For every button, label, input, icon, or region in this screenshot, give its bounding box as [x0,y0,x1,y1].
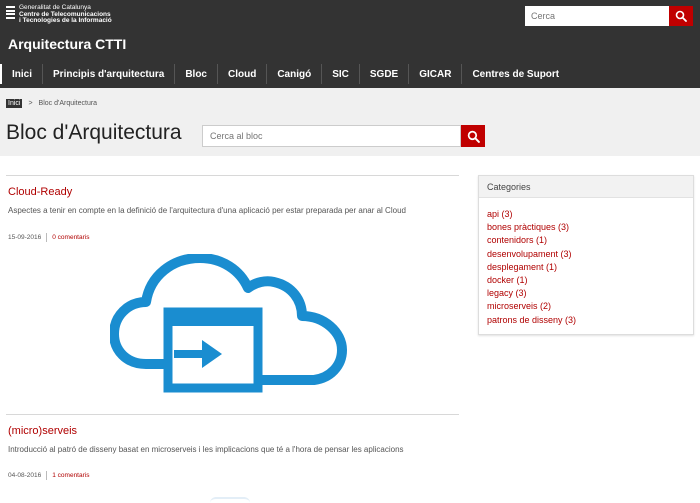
search-icon [467,130,480,143]
nav-item-cloud[interactable]: Cloud [216,64,266,84]
breadcrumb-current: Bloc d'Arquitectura [38,100,98,107]
category-link[interactable]: patrons de disseny (3) [487,314,693,327]
post-image[interactable] [109,253,350,401]
cloud-upload-icon [109,253,347,393]
nav-item-bloc[interactable]: Bloc [174,64,217,84]
top-search-button[interactable] [669,6,693,26]
top-search-input[interactable] [525,6,669,26]
categories-title: Categories [479,176,693,198]
post-date: 15-09-2016 [8,234,42,241]
meta-separator [46,233,48,242]
post-meta: 15-09-2016 0 comentaris [8,233,89,242]
category-link[interactable]: desenvolupament (3) [487,248,693,261]
gencat-flag-icon [6,6,15,19]
post-comments-link[interactable]: 0 comentaris [52,234,89,241]
category-link[interactable]: legacy (3) [487,287,693,300]
post-divider [6,175,459,176]
breadcrumb-home[interactable]: Inici [6,99,23,108]
main-nav: Inici Principis d'arquitectura Bloc Clou… [0,64,569,84]
nav-item-sgde[interactable]: SGDE [358,64,408,84]
top-header: Generalitat de Catalunya Centre de Telec… [0,0,700,88]
blog-search-input[interactable] [202,125,461,147]
page-title: Bloc d'Arquitectura [6,121,182,144]
category-link[interactable]: api (3) [487,208,693,221]
post-meta: 04-08-2016 1 comentaris [8,471,89,480]
site-title[interactable]: Arquitectura CTTI [8,36,126,52]
category-link[interactable]: contenidors (1) [487,234,693,247]
gencat-logo[interactable]: Generalitat de Catalunya Centre de Telec… [6,4,112,25]
blog-search [202,125,485,147]
category-link[interactable]: docker (1) [487,274,693,287]
search-icon [675,10,687,22]
category-link[interactable]: microserveis (2) [487,300,693,313]
nav-item-sic[interactable]: SIC [321,64,359,84]
post-comments-link[interactable]: 1 comentaris [52,472,89,479]
nav-item-gicar[interactable]: GICAR [408,64,461,84]
top-search [525,6,693,26]
blog-search-button[interactable] [461,125,485,147]
breadcrumb-separator: > [28,100,33,107]
post-title[interactable]: Cloud-Ready [8,186,72,198]
nav-item-inici[interactable]: Inici [0,64,42,84]
post-excerpt: Introducció al patró de disseny basat en… [8,445,404,454]
post-divider [6,414,459,415]
org-name: Generalitat de Catalunya Centre de Telec… [19,4,112,25]
meta-separator [46,471,48,480]
breadcrumb: Inici > Bloc d'Arquitectura [6,99,97,108]
post-title[interactable]: (micro)serveis [8,425,77,437]
categories-panel: Categories api (3) bones pràctiques (3) … [478,175,694,335]
category-link[interactable]: desplegament (1) [487,261,693,274]
post-date: 04-08-2016 [8,472,42,479]
category-link[interactable]: bones pràctiques (3) [487,221,693,234]
nav-item-principis[interactable]: Principis d'arquitectura [42,64,174,84]
categories-list: api (3) bones pràctiques (3) contenidors… [479,198,693,327]
post-excerpt: Aspectes a tenir en compte en la definic… [8,206,406,215]
nav-item-canigo[interactable]: Canigó [266,64,321,84]
org-line-3: i Tecnologies de la Informació [19,17,112,24]
post-image[interactable] [210,497,250,503]
nav-item-centres-suport[interactable]: Centres de Suport [461,64,569,84]
